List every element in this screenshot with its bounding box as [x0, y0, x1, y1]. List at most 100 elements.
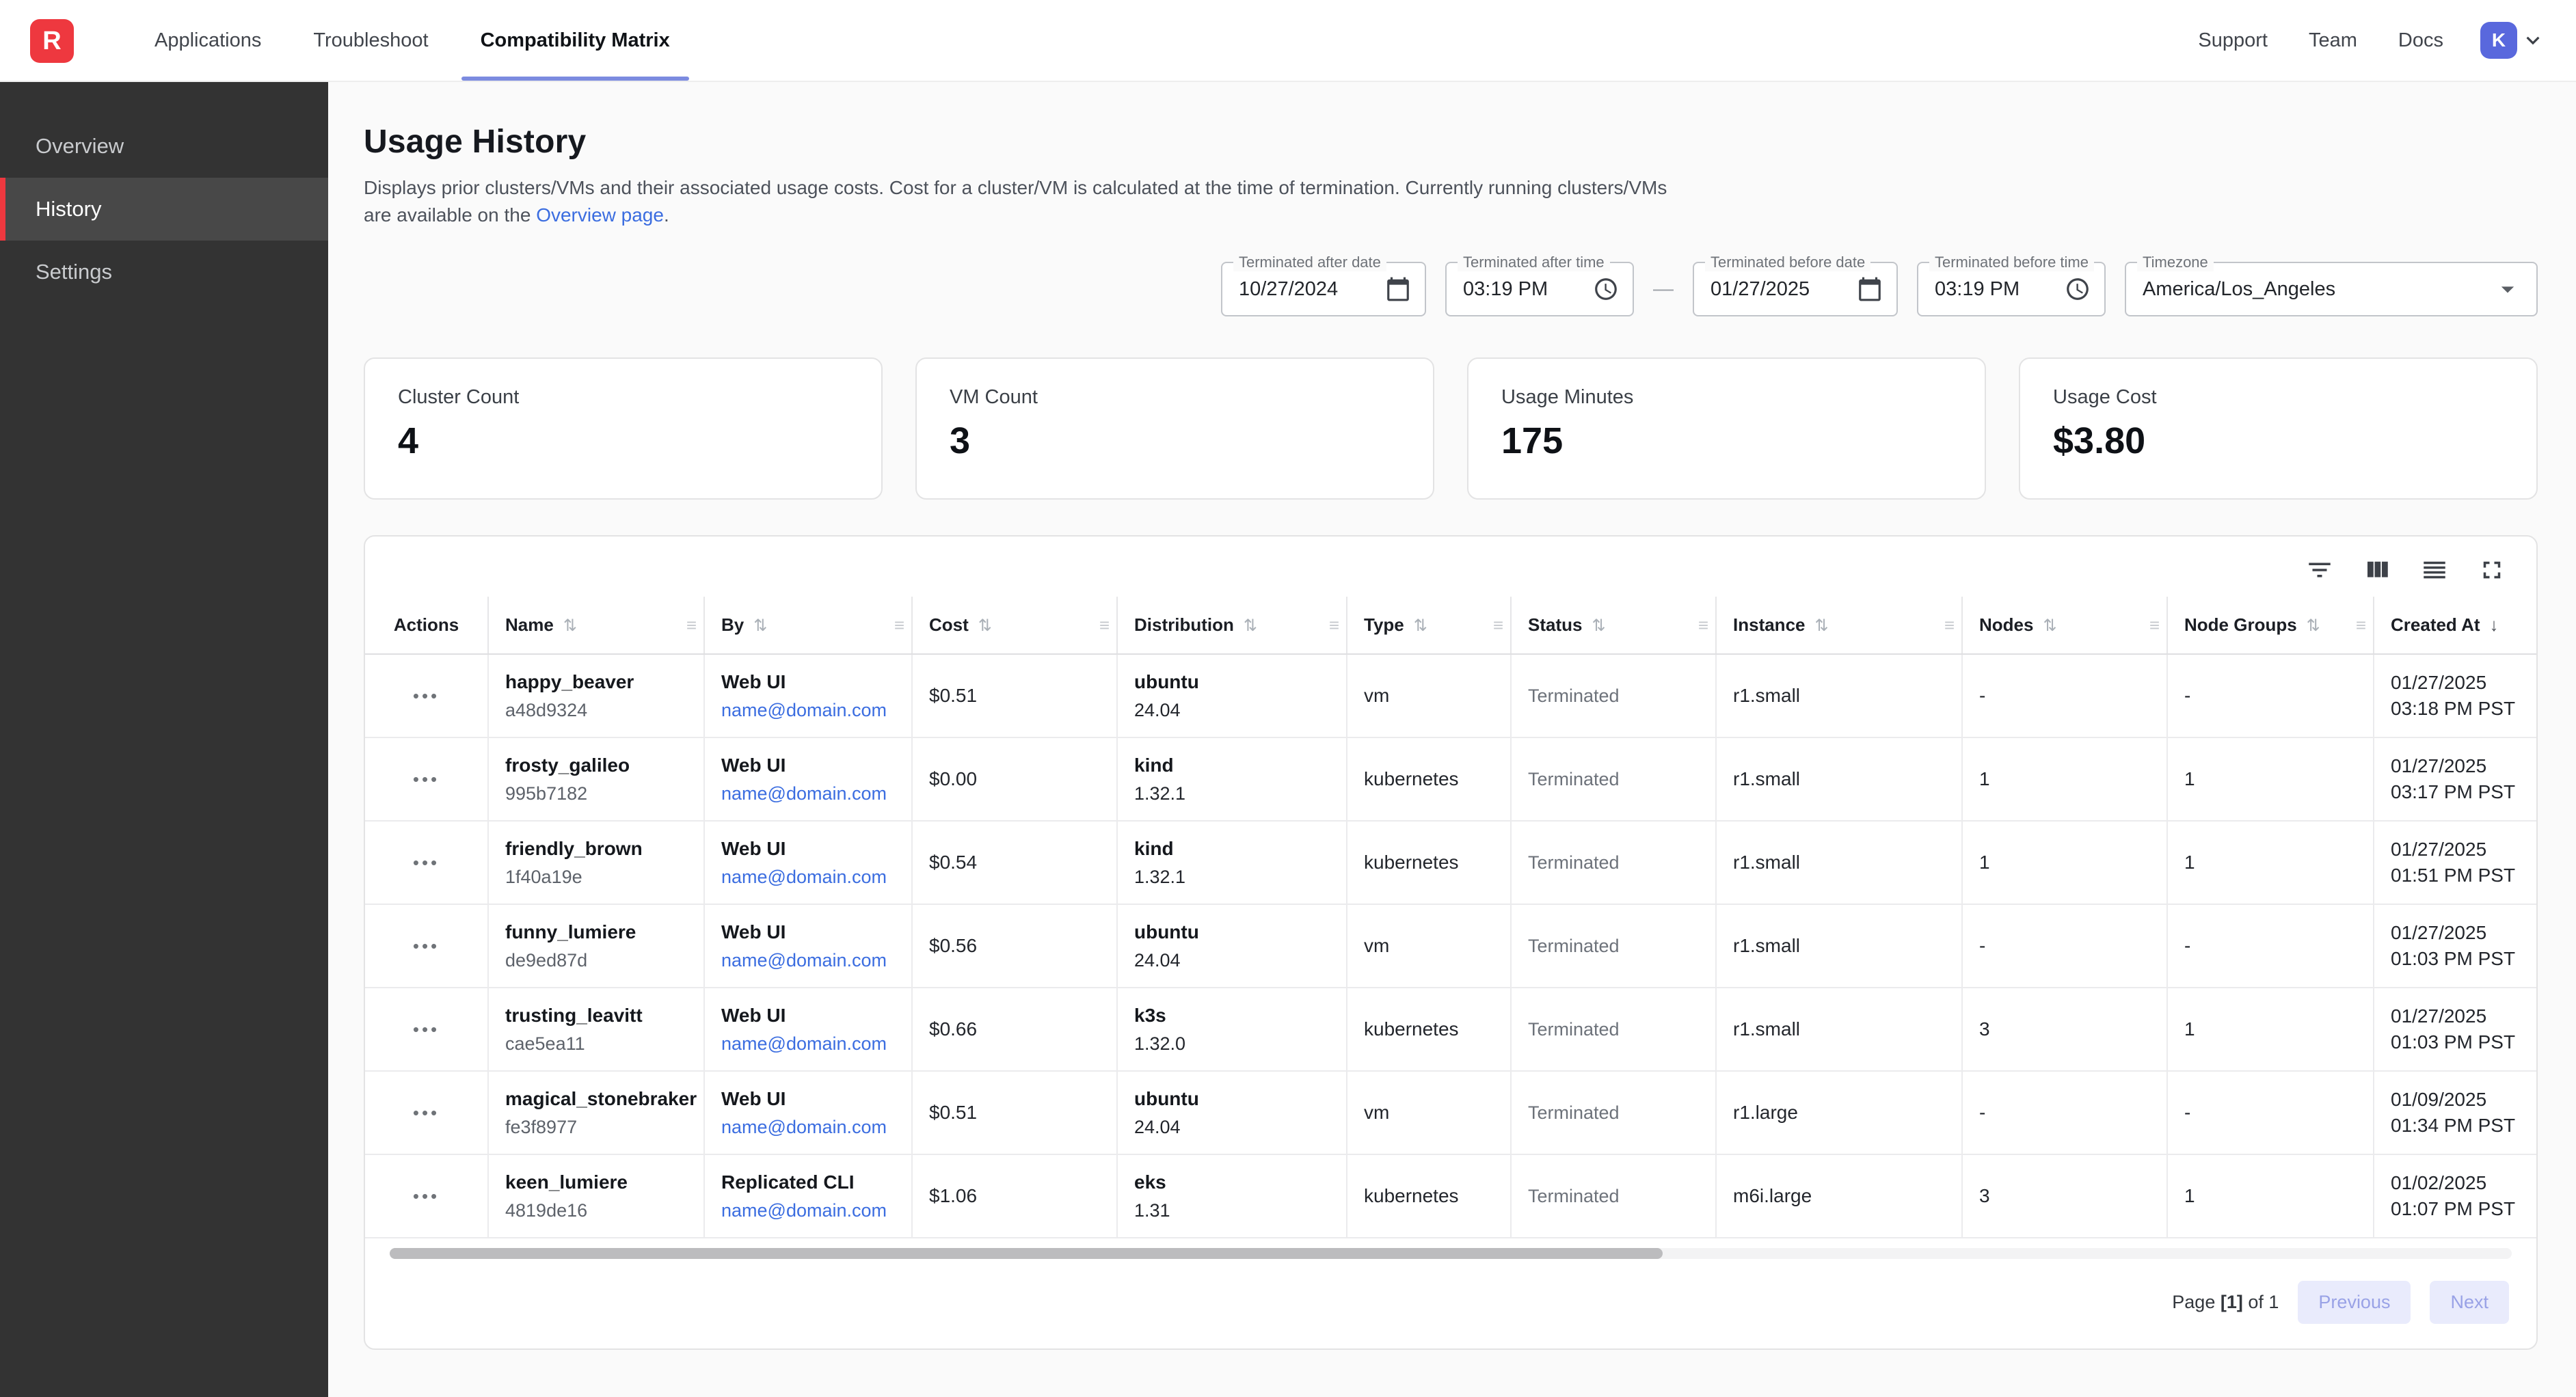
- column-label: Instance: [1733, 614, 1806, 635]
- column-label: Distribution: [1134, 614, 1234, 635]
- table-row: •••frosty_galileo995b7182Web UIname@doma…: [365, 737, 2536, 821]
- column-header-node_groups[interactable]: Node Groups⇅≡: [2167, 597, 2374, 654]
- description-suffix: .: [664, 204, 669, 226]
- nav-support[interactable]: Support: [2177, 29, 2288, 52]
- density-icon[interactable]: [2420, 556, 2449, 584]
- created-time: 03:17 PM PST: [2391, 779, 2536, 805]
- columns-icon[interactable]: [2363, 556, 2391, 584]
- created-date: 01/27/2025: [2391, 670, 2536, 696]
- row-actions-icon[interactable]: •••: [413, 852, 440, 873]
- column-header-nodes[interactable]: Nodes⇅≡: [1962, 597, 2167, 654]
- row-actions-icon[interactable]: •••: [413, 1186, 440, 1206]
- type-cell: vm: [1347, 1071, 1511, 1154]
- fullscreen-icon[interactable]: [2478, 556, 2506, 584]
- caret-down-icon[interactable]: [2493, 274, 2523, 304]
- field-value: America/Los_Angeles: [2143, 278, 2335, 301]
- created-time: 01:51 PM PST: [2391, 863, 2536, 889]
- column-header-cost[interactable]: Cost⇅≡: [912, 597, 1117, 654]
- creator-email-link[interactable]: name@domain.com: [721, 783, 887, 804]
- type-cell: kubernetes: [1347, 988, 1511, 1071]
- nav-applications[interactable]: Applications: [129, 0, 287, 81]
- column-header-instance[interactable]: Instance ⇅ ≡: [1716, 597, 1962, 654]
- column-menu-icon[interactable]: ≡: [2149, 614, 2160, 636]
- column-header-by[interactable]: By⇅≡: [704, 597, 912, 654]
- terminated-after-date-field[interactable]: Terminated after date 10/27/2024: [1221, 262, 1426, 316]
- creator-email-link[interactable]: name@domain.com: [721, 867, 887, 887]
- clock-icon[interactable]: [1593, 276, 1619, 302]
- field-value: 03:19 PM: [1463, 278, 1548, 301]
- column-menu-icon[interactable]: ≡: [2356, 614, 2366, 636]
- column-menu-icon[interactable]: ≡: [1493, 614, 1503, 636]
- sort-arrows-icon[interactable]: ⇅: [978, 616, 992, 635]
- type-cell: vm: [1347, 654, 1511, 737]
- stat-value: 175: [1501, 420, 1952, 462]
- calendar-icon[interactable]: [1385, 276, 1411, 302]
- overview-page-link[interactable]: Overview page: [536, 204, 664, 226]
- distribution-version: 1.32.0: [1134, 1031, 1330, 1057]
- sort-arrows-icon[interactable]: ⇅: [1592, 616, 1605, 635]
- row-actions-icon[interactable]: •••: [413, 769, 440, 789]
- column-menu-icon[interactable]: ≡: [1329, 614, 1339, 636]
- creator-email-link[interactable]: name@domain.com: [721, 1117, 887, 1137]
- timezone-select[interactable]: Timezone America/Los_Angeles: [2125, 262, 2538, 316]
- distribution-version: 1.31: [1134, 1197, 1330, 1223]
- filter-icon[interactable]: [2305, 556, 2334, 584]
- column-header-name[interactable]: Name⇅≡: [488, 597, 704, 654]
- sort-arrows-icon[interactable]: ⇅: [1244, 616, 1257, 635]
- sort-arrows-icon[interactable]: ⇅: [2307, 616, 2320, 635]
- column-header-type[interactable]: Type⇅≡: [1347, 597, 1511, 654]
- cluster-name: happy_beaver: [505, 668, 687, 696]
- column-header-distribution[interactable]: Distribution ⇅ ≡: [1117, 597, 1347, 654]
- nav-compatibility-matrix[interactable]: Compatibility Matrix: [455, 0, 696, 81]
- top-navigation-bar: R ApplicationsTroubleshootCompatibility …: [0, 0, 2576, 82]
- column-header-created_at[interactable]: Created At↓: [2374, 597, 2536, 654]
- sort-arrows-icon[interactable]: ⇅: [753, 616, 767, 635]
- sort-arrows-icon[interactable]: ⇅: [2043, 616, 2056, 635]
- column-menu-icon[interactable]: ≡: [686, 614, 697, 636]
- column-menu-icon[interactable]: ≡: [894, 614, 904, 636]
- sort-desc-icon[interactable]: ↓: [2490, 614, 2499, 635]
- sort-arrows-icon[interactable]: ⇅: [1414, 616, 1427, 635]
- creator-email-link[interactable]: name@domain.com: [721, 1200, 887, 1221]
- sidebar-item-history[interactable]: History: [0, 178, 328, 241]
- column-menu-icon[interactable]: ≡: [1099, 614, 1110, 636]
- calendar-icon[interactable]: [1857, 276, 1883, 302]
- row-actions-icon[interactable]: •••: [413, 686, 440, 706]
- nav-team[interactable]: Team: [2288, 29, 2378, 52]
- scrollbar-thumb[interactable]: [390, 1248, 1663, 1259]
- cluster-id: de9ed87d: [505, 947, 687, 973]
- sort-arrows-icon[interactable]: ⇅: [1815, 616, 1829, 635]
- column-menu-icon[interactable]: ≡: [1698, 614, 1708, 636]
- row-actions-icon[interactable]: •••: [413, 1019, 440, 1040]
- avatar[interactable]: K: [2480, 22, 2517, 59]
- column-menu-icon[interactable]: ≡: [1944, 614, 1955, 636]
- created-date: 01/27/2025: [2391, 1003, 2536, 1029]
- next-page-button[interactable]: Next: [2430, 1281, 2509, 1324]
- instance-cell: r1.small: [1716, 821, 1962, 904]
- row-actions-icon[interactable]: •••: [413, 1102, 440, 1123]
- topbar-right: SupportTeamDocs K: [2177, 0, 2576, 81]
- terminated-before-date-field[interactable]: Terminated before date 01/27/2025: [1693, 262, 1898, 316]
- account-menu[interactable]: K: [2480, 22, 2546, 59]
- replicated-logo[interactable]: R: [30, 19, 74, 63]
- row-actions-icon[interactable]: •••: [413, 936, 440, 956]
- terminated-before-time-field[interactable]: Terminated before time 03:19 PM: [1917, 262, 2106, 316]
- usage-history-table: ActionsName⇅≡By⇅≡Cost⇅≡Distribution⇅≡Typ…: [365, 597, 2536, 1238]
- cluster-id: a48d9324: [505, 697, 687, 723]
- sort-arrows-icon[interactable]: ⇅: [563, 616, 577, 635]
- previous-page-button[interactable]: Previous: [2298, 1281, 2411, 1324]
- clock-icon[interactable]: [2065, 276, 2091, 302]
- nav-docs[interactable]: Docs: [2378, 29, 2464, 52]
- horizontal-scrollbar[interactable]: [390, 1248, 2512, 1259]
- creator-email-link[interactable]: name@domain.com: [721, 950, 887, 971]
- cluster-name: trusting_leavitt: [505, 1002, 687, 1029]
- nav-troubleshoot[interactable]: Troubleshoot: [287, 0, 454, 81]
- sidebar-item-settings[interactable]: Settings: [0, 241, 328, 303]
- creator-email-link[interactable]: name@domain.com: [721, 1033, 887, 1054]
- column-header-status[interactable]: Status⇅≡: [1511, 597, 1716, 654]
- instance-cell: r1.small: [1716, 988, 1962, 1071]
- created-date: 01/02/2025: [2391, 1170, 2536, 1196]
- terminated-after-time-field[interactable]: Terminated after time 03:19 PM: [1445, 262, 1634, 316]
- creator-email-link[interactable]: name@domain.com: [721, 700, 887, 720]
- sidebar-item-overview[interactable]: Overview: [0, 115, 328, 178]
